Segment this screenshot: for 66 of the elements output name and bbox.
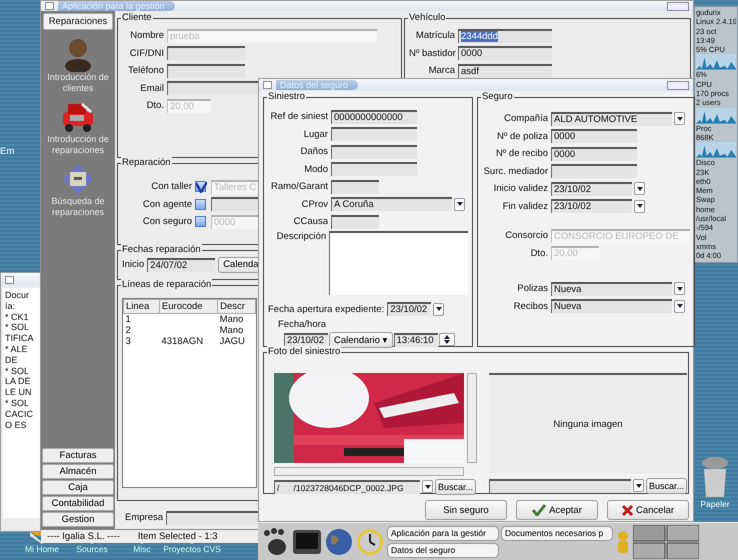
text-line: LE UN [5,387,33,398]
table-cell-text: 2 [124,325,132,336]
field-label: CCausa [292,216,328,228]
group-title: Cliente [121,12,153,23]
empty-message: Ninguna imagen [553,419,623,430]
checkbox-label: Con seguro [142,216,192,228]
text-line: * CK1 [5,312,30,322]
field-label: Surc. mediador [482,166,548,177]
field-label: Modo [303,164,328,175]
field-label: Daños [300,146,328,158]
table-cell: 1 [124,314,160,325]
group-title: Fechas reparación [121,244,202,255]
group-title: Reparación [121,157,172,168]
group-title: Vehículo [408,12,446,23]
field-label: Nº de poliza [496,130,548,142]
field-label: Recibos [512,300,548,312]
field-label: Polizas [516,283,548,294]
status-text: Item Selected - 1:3 [138,530,218,542]
text-line: CACIC [5,408,34,420]
field-label: Inicio validez [492,183,548,194]
table-cell-text: 3 [124,336,132,347]
checkbox-label: Con agente [142,198,192,210]
window-title: Aplicación para la gestión [58,1,175,11]
table-cell-text: JAGU [218,336,246,347]
field-label: Descripción [276,230,326,242]
field-label: Nº bastidor [409,48,455,59]
field-label: Dto. [146,100,164,112]
field-label: CIF/DNI [128,48,164,59]
field-label: Consorcio [504,230,548,242]
text-line: * SOL [5,322,30,334]
checkbox-label: Con taller [150,181,192,192]
field-label: Nombre [129,30,164,42]
field-label: Ref de siniest [269,111,328,122]
table-cell: Mano [218,314,256,325]
window-title: Datos del seguro [276,80,358,90]
field-label: Compañía [503,113,548,124]
text-line: Docur [5,290,30,301]
group-title: Líneas de reparación [121,279,212,290]
field-label: CProv [300,198,328,210]
table-cell-text: Mano [218,325,244,336]
text-line: TIFICA [5,333,34,344]
group-title: Seguro [481,91,514,102]
field-label: Fin validez [502,200,548,212]
text-line: O ES [5,420,28,430]
field-label: Matrícula [414,30,455,42]
text-line: DE [5,354,19,366]
field-label: Fecha/hora [278,319,326,330]
text-line: * SOL [5,366,30,376]
field-label: Email [139,82,164,94]
field-label: Fecha apertura expediente: [268,304,384,315]
field-label: Marca [428,65,455,76]
table-cell-text: 4318AGN [160,336,204,347]
icon-label: Em [0,146,14,157]
text-line: LA DE [5,376,32,388]
text-line: * SOL [5,398,30,409]
field-label: Lugar [302,128,328,140]
status-text: ---- Igalia S.L. ---- [47,530,120,542]
field-label: Teléfono [127,65,164,76]
field-label: Dto. [530,248,548,259]
text-line: * ALE [5,344,29,355]
field-label: Empresa [125,512,164,524]
field-label: Nº de recibo [494,148,548,160]
text-line: ía: [5,300,16,312]
field-label: Inicio [122,259,144,270]
group-title: Foto del siniestro [267,346,342,357]
group-title: Siniestro [267,91,306,102]
